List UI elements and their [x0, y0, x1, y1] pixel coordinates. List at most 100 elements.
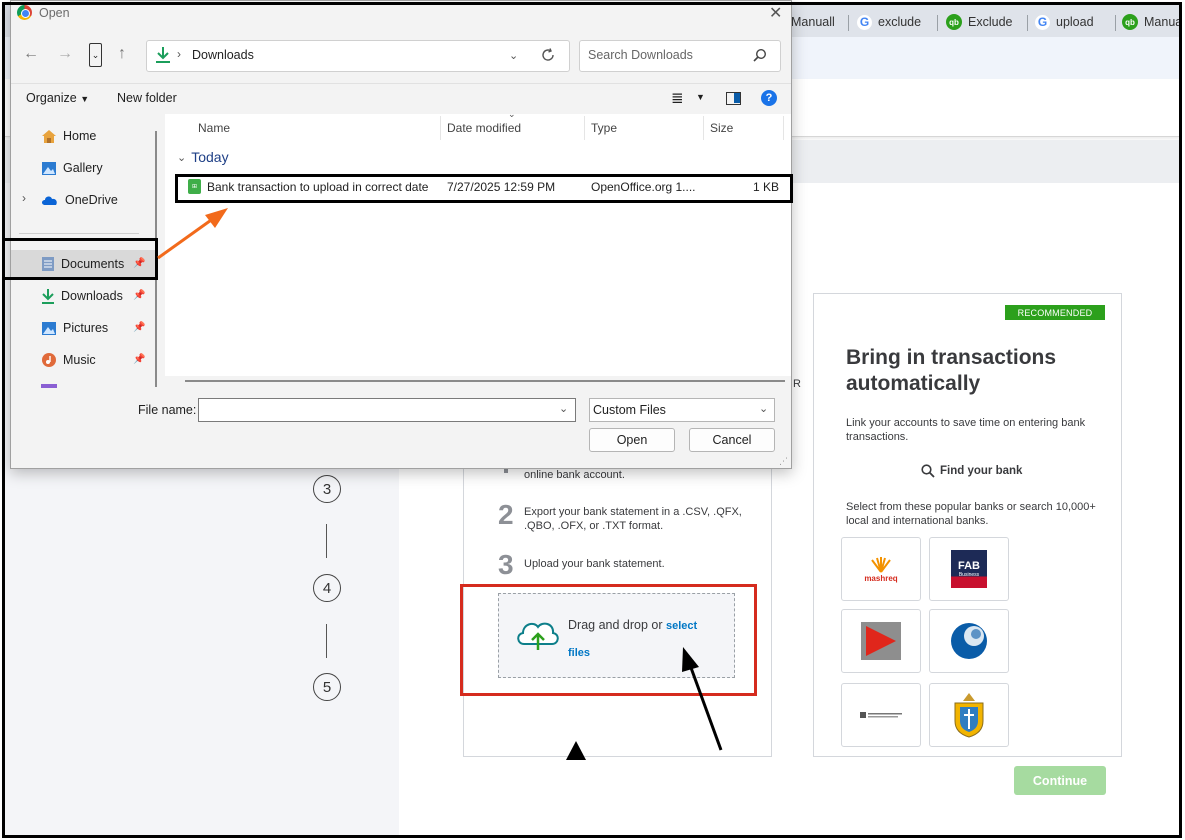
nav-item-downloads[interactable]: Downloads — [41, 285, 123, 307]
open-file-dialog: Open ✕ ← → ⌄ ↑ › Downloads ⌄ Search Down… — [10, 0, 793, 469]
home-icon — [42, 129, 56, 143]
highlight-box-documents — [2, 238, 158, 280]
browser-tab[interactable]: G exclude — [857, 10, 927, 34]
view-dropdown-caret-icon[interactable]: ▼ — [696, 92, 705, 102]
downloads-icon — [156, 47, 170, 63]
browser-tab[interactable]: qb Exclude — [946, 10, 1024, 34]
column-divider — [703, 116, 704, 140]
bank-tile-mashreq[interactable]: mashreq — [841, 537, 921, 601]
step-connector — [326, 524, 327, 558]
horizontal-scrollbar[interactable] — [185, 380, 785, 382]
new-folder-button[interactable]: New folder — [117, 91, 177, 105]
bank-tile-3[interactable] — [841, 609, 921, 673]
qb-icon: qb — [946, 14, 962, 30]
find-your-bank-link[interactable]: Find your bank — [921, 464, 1022, 478]
downloads-icon — [42, 289, 54, 304]
file-name: Bank transaction to upload in correct da… — [207, 180, 429, 194]
fab-logo: FAB Business — [951, 550, 987, 588]
nav-item-pictures[interactable]: Pictures — [41, 317, 108, 339]
nav-divider — [19, 233, 139, 234]
nav-item-home[interactable]: Home — [41, 125, 96, 147]
file-type-select[interactable]: Custom Files — [589, 398, 775, 422]
column-header-type[interactable]: Type — [591, 121, 617, 135]
small-bank-logo — [860, 712, 902, 718]
nav-item-music[interactable]: Music — [41, 349, 96, 371]
bank-tile-fab[interactable]: FAB Business — [929, 537, 1009, 601]
spreadsheet-file-icon: ⊞ — [188, 179, 201, 194]
select-bank-description: Select from these popular banks or searc… — [846, 501, 1096, 527]
file-list-pane — [165, 114, 791, 376]
step-1-text: online bank account. — [524, 469, 625, 481]
collapse-chevron-icon: ⌄ — [177, 151, 187, 164]
organize-menu[interactable]: Organize ▼ — [26, 91, 89, 105]
continue-button[interactable]: Continue — [1014, 766, 1106, 795]
step-2-number: 2 — [498, 499, 514, 530]
step-connector — [326, 624, 327, 658]
help-icon[interactable]: ? — [761, 90, 777, 106]
bank-tile-4[interactable] — [929, 609, 1009, 673]
mashreq-logo: mashreq — [864, 556, 898, 583]
nav-item-onedrive[interactable]: OneDrive — [41, 189, 118, 211]
file-type-chevron-icon: ⌄ — [759, 403, 769, 415]
expand-chevron-icon[interactable]: › — [22, 191, 26, 205]
column-divider — [440, 116, 441, 140]
google-icon: G — [1035, 14, 1050, 30]
mashreq-sun-icon — [871, 556, 891, 573]
bank-tile-5[interactable] — [841, 683, 921, 747]
file-name-dropdown-chevron-icon[interactable]: ⌄ — [559, 402, 568, 415]
file-name-label: File name: — [138, 403, 197, 417]
pictures-icon — [42, 321, 56, 335]
pin-icon: 📌 — [133, 322, 146, 333]
card-title-fragment: R — [793, 378, 801, 390]
onedrive-cloud-icon — [42, 196, 57, 205]
videos-icon-partial — [41, 384, 57, 388]
dialog-title: Open — [39, 6, 70, 20]
forward-arrow-icon[interactable]: → — [57, 45, 73, 63]
bank-tile-6[interactable] — [929, 683, 1009, 747]
resize-grip-icon[interactable]: ⋰ — [779, 456, 788, 467]
group-header-today[interactable]: ⌄ Today — [177, 149, 229, 165]
search-icon — [753, 48, 767, 62]
google-icon: G — [857, 14, 872, 30]
tab-divider — [937, 15, 938, 31]
column-header-name[interactable]: Name — [198, 121, 230, 135]
sort-chevron-icon: ⌄ — [508, 109, 516, 119]
file-date: 7/27/2025 12:59 PM — [447, 180, 556, 194]
pin-icon: 📌 — [133, 354, 146, 365]
close-icon[interactable]: ✕ — [769, 3, 782, 23]
recommended-badge: RECOMMENDED — [1005, 305, 1105, 320]
column-header-size[interactable]: Size — [710, 121, 733, 135]
caret-down-icon: ▼ — [80, 94, 90, 104]
column-header-date-modified[interactable]: Date modified — [447, 121, 521, 135]
file-size: 1 KB — [753, 180, 780, 194]
refresh-icon[interactable] — [541, 48, 555, 62]
preview-pane-icon[interactable] — [726, 92, 741, 105]
nav-item-gallery[interactable]: Gallery — [41, 157, 103, 179]
file-name-input[interactable] — [198, 398, 576, 422]
browser-tab[interactable]: Manuall — [791, 10, 841, 34]
blue-globe-logo — [951, 623, 987, 659]
path-dropdown-chevron-icon[interactable]: ⌄ — [509, 49, 518, 62]
view-options-icon[interactable]: ≣ — [671, 89, 684, 107]
tab-divider — [848, 15, 849, 31]
highlight-box-drop-zone — [460, 584, 757, 696]
up-arrow-icon[interactable]: ↑ — [118, 45, 126, 63]
open-button[interactable]: Open — [589, 428, 675, 452]
chrome-icon — [17, 5, 32, 20]
back-arrow-icon[interactable]: ← — [23, 45, 39, 63]
recent-locations-chevron-icon[interactable]: ⌄ — [89, 43, 102, 67]
current-path: Downloads — [192, 48, 254, 62]
search-icon — [921, 464, 935, 478]
step-5-indicator: 5 — [313, 673, 341, 701]
qb-icon: qb — [1122, 14, 1138, 30]
music-icon — [42, 353, 56, 367]
browser-tab[interactable]: qb Manua — [1122, 10, 1182, 34]
pin-icon: 📌 — [133, 290, 146, 301]
search-placeholder: Search Downloads — [588, 48, 693, 62]
step-3-number: 3 — [498, 549, 514, 580]
cancel-button[interactable]: Cancel — [689, 428, 775, 452]
recommended-title: Bring in transactions automatically — [846, 346, 1057, 395]
column-divider — [783, 116, 784, 140]
breadcrumb-chevron-icon: › — [177, 47, 181, 61]
browser-tab[interactable]: G upload — [1035, 10, 1107, 34]
